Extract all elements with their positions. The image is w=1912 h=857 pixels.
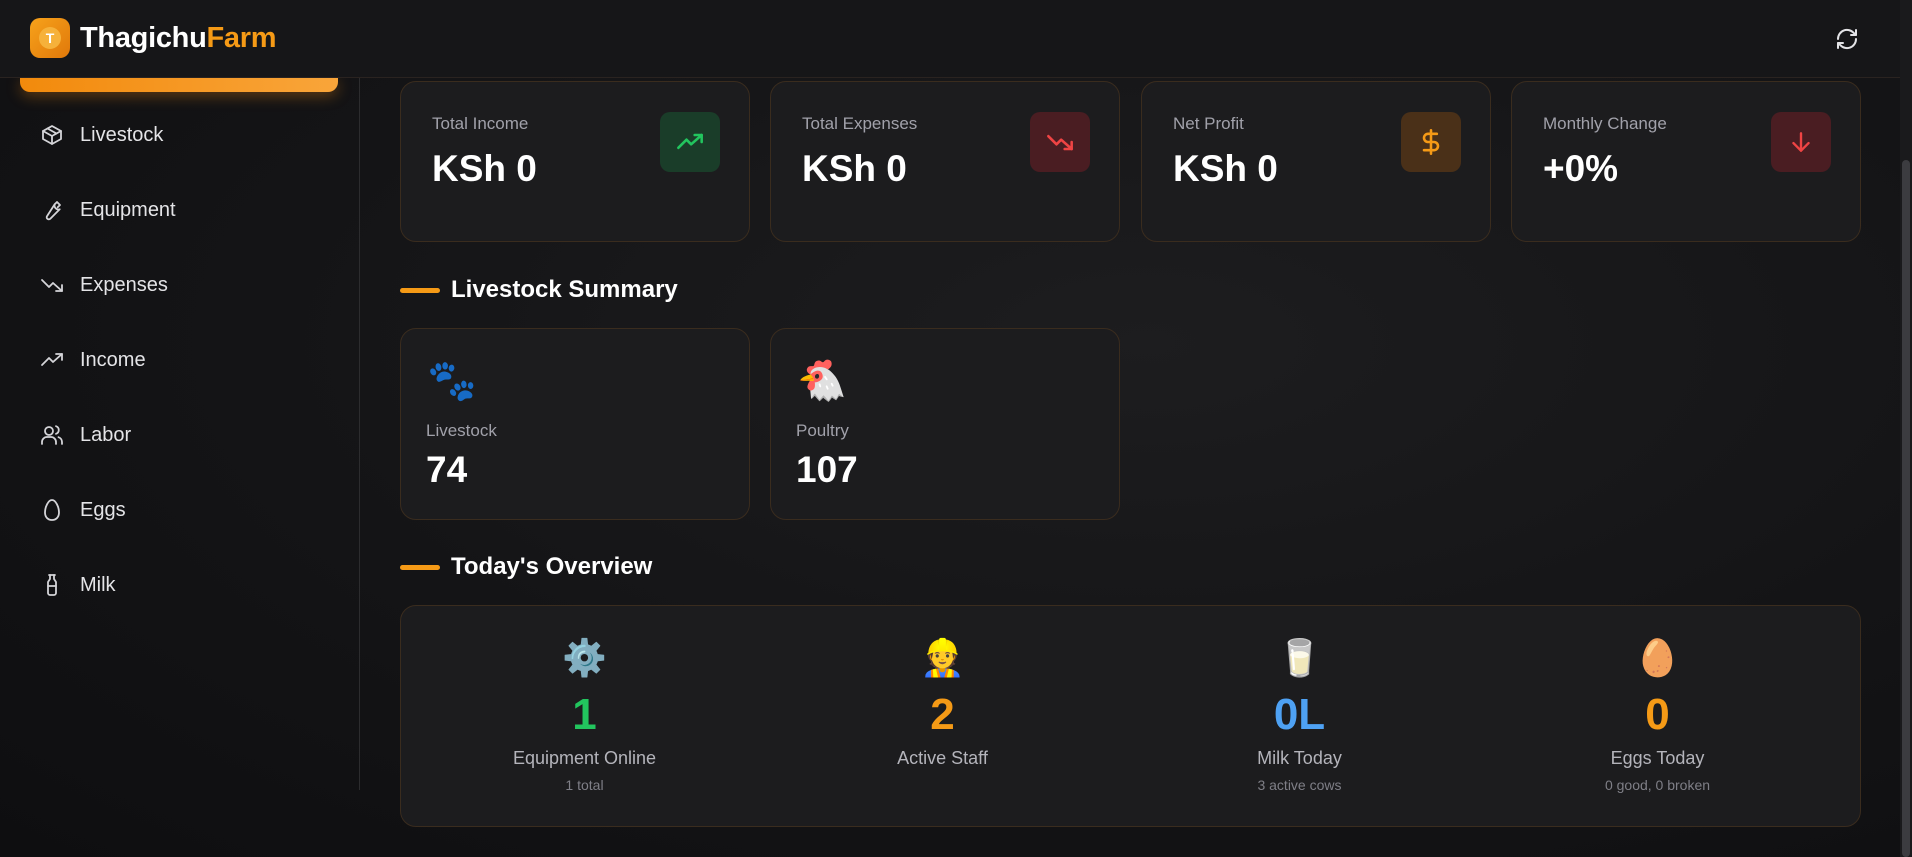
stat-icon-box [1030,112,1090,172]
stat-label: Total Income [432,114,529,133]
brand-title: ThagichuFarm [80,22,277,55]
section-title-todays-overview: Today's Overview [400,553,652,581]
overview-subtext: 0 good, 0 broken [1604,777,1711,793]
sidebar: Livestock Equipment Expenses Income Labo… [0,78,360,790]
top-header: T ThagichuFarm [0,0,1900,78]
stat-icon-box [660,112,720,172]
overview-value: 2 [930,690,955,739]
section-title-text: Today's Overview [451,553,653,580]
trending-down-icon [41,279,63,292]
sidebar-item-expenses[interactable]: Expenses [20,257,338,313]
sidebar-item-livestock[interactable]: Livestock [20,107,338,163]
poultry-card-label: Poultry [796,421,849,440]
users-icon [41,425,63,445]
stat-icon-box [1771,112,1831,172]
overview-subtext: 3 active cows [1257,777,1342,793]
logo-letter: T [39,27,61,49]
livestock-card[interactable]: 🐾 Livestock 74 [400,328,750,520]
livestock-card-value: 74 [426,449,468,490]
sidebar-item-label: Milk [80,573,116,596]
arrow-down-icon [1792,132,1810,152]
stat-card-total-income: Total Income KSh 0 [400,81,750,242]
overview-label: Milk Today [1257,748,1342,768]
sidebar-item-label: Eggs [80,498,126,521]
trending-up-icon [41,353,63,366]
overview-equipment-online: ⚙️ 1 Equipment Online 1 total [406,606,763,826]
sidebar-item-income[interactable]: Income [20,332,338,388]
sidebar-item-labor[interactable]: Labor [20,407,338,463]
dollar-icon [1422,129,1440,155]
poultry-card[interactable]: 🐔 Poultry 107 [770,328,1120,520]
stat-value: KSh 0 [802,148,907,189]
stat-icon-box [1401,112,1461,172]
app-root: T ThagichuFarm Livestock Equipment Expen… [0,0,1912,857]
overview-subtext: 1 total [565,777,604,793]
milk-glass-icon: 🥛 [1277,637,1322,678]
sidebar-item-equipment[interactable]: Equipment [20,182,338,238]
overview-milk-today: 🥛 0L Milk Today 3 active cows [1121,606,1478,826]
egg-icon [44,499,60,521]
active-nav-item-edge[interactable] [20,78,338,92]
section-title-text: Livestock Summary [451,276,678,303]
overview-label: Equipment Online [512,748,657,768]
overview-label: Active Staff [897,748,988,768]
brand-name-part2: Farm [206,22,277,54]
overview-active-staff: 👷 2 Active Staff [764,606,1121,826]
brand-name-part1: Thagichu [80,22,207,54]
stat-label: Net Profit [1173,114,1244,133]
stat-card-total-expenses: Total Expenses KSh 0 [770,81,1120,242]
sidebar-item-label: Income [80,348,146,371]
refresh-button[interactable] [1832,24,1862,54]
stat-card-net-profit: Net Profit KSh 0 [1141,81,1491,242]
box-icon [42,125,62,145]
sidebar-item-label: Labor [80,423,132,446]
gear-icon: ⚙️ [562,637,607,678]
todays-overview-panel: ⚙️ 1 Equipment Online 1 total 👷 2 Active… [400,605,1861,827]
sidebar-item-label: Equipment [80,198,176,221]
section-title-livestock-summary: Livestock Summary [400,276,678,304]
overview-value: 0 [1645,690,1670,739]
sidebar-item-label: Livestock [80,123,164,146]
livestock-card-label: Livestock [426,421,497,440]
scrollbar-thumb[interactable] [1902,160,1910,857]
overview-value: 0L [1273,690,1326,739]
poultry-card-value: 107 [796,449,858,490]
trending-down-icon [1047,134,1073,151]
sidebar-item-label: Expenses [80,273,168,296]
stat-value: KSh 0 [1173,148,1278,189]
stat-value: +0% [1543,148,1619,189]
stat-label: Monthly Change [1543,114,1667,133]
stat-label: Total Expenses [802,114,918,133]
stat-card-monthly-change: Monthly Change +0% [1511,81,1861,242]
trending-up-icon [677,133,703,150]
bottle-icon [47,574,57,596]
overview-label: Eggs Today [1610,748,1705,768]
refresh-icon [1836,28,1858,50]
sidebar-item-milk[interactable]: Milk [20,557,338,613]
section-accent-bar [400,287,440,293]
worker-icon: 👷 [920,637,965,678]
logo-icon: T [30,18,70,58]
section-accent-bar [400,564,440,570]
wrench-icon [45,201,61,221]
chicken-icon: 🐔 [797,359,847,403]
paw-icon: 🐾 [427,359,477,403]
egg-icon: 🥚 [1635,637,1680,678]
stat-value: KSh 0 [432,148,537,189]
overview-eggs-today: 🥚 0 Eggs Today 0 good, 0 broken [1479,606,1836,826]
overview-value: 1 [572,690,597,739]
sidebar-item-eggs[interactable]: Eggs [20,482,338,538]
